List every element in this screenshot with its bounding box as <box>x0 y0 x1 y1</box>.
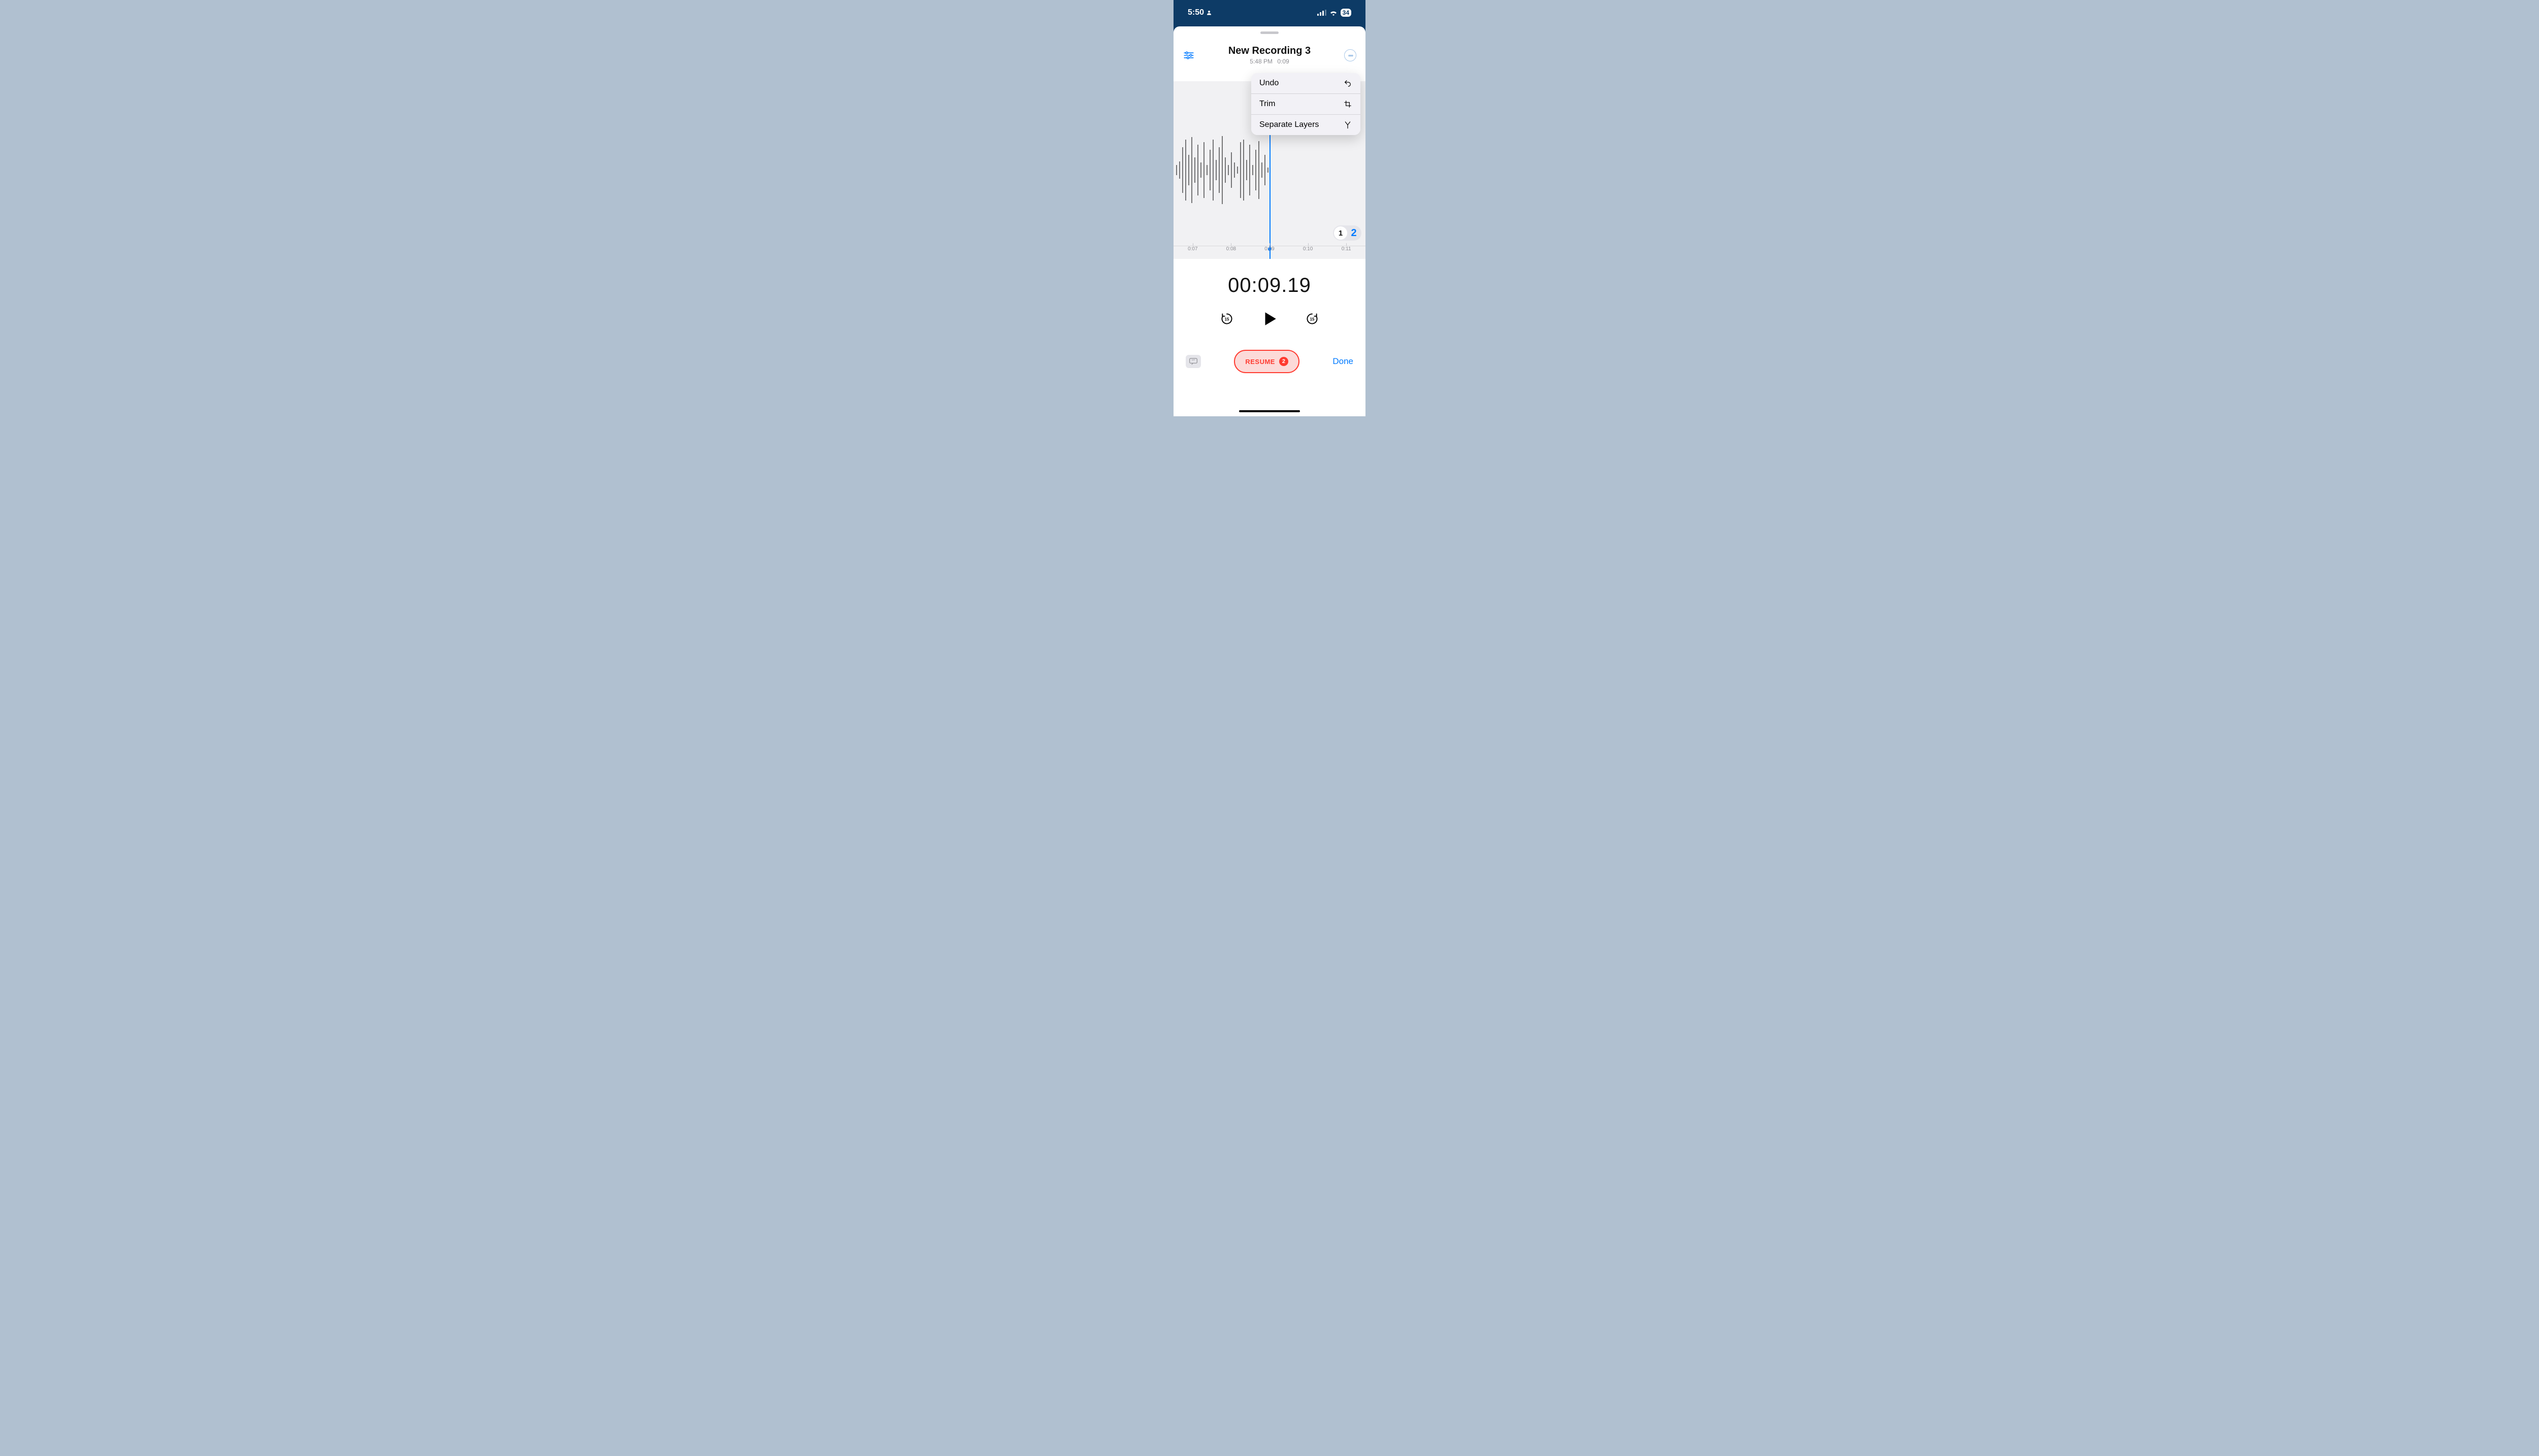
menu-item-separate-layers[interactable]: Separate Layers <box>1251 114 1360 135</box>
layer-toggle: 1 2 <box>1333 225 1361 241</box>
more-menu-popover: Undo Trim Separate Layers <box>1251 73 1360 135</box>
timeline-tick: 0:08 <box>1212 246 1251 252</box>
battery-level: 34 <box>1341 9 1351 17</box>
home-indicator[interactable] <box>1239 410 1300 412</box>
ellipsis-icon: ••• <box>1344 49 1356 61</box>
menu-item-undo[interactable]: Undo <box>1251 73 1360 93</box>
svg-text:15: 15 <box>1310 317 1315 321</box>
skip-forward-15-icon: 15 <box>1306 312 1319 325</box>
timeline-tick: 0:07 <box>1174 246 1212 252</box>
editor-header: New Recording 3 5:48 PM 0:09 ••• <box>1174 34 1365 69</box>
transcript-button[interactable]: “” <box>1186 355 1201 368</box>
svg-text:“”: “” <box>1192 360 1195 363</box>
resume-button[interactable]: RESUME 2 <box>1234 350 1299 373</box>
quote-icon: “” <box>1189 358 1197 365</box>
cellular-icon <box>1317 10 1326 16</box>
crop-icon <box>1343 100 1352 109</box>
layer-2-button[interactable]: 2 <box>1347 226 1360 240</box>
timeline-ruler: 0:07 0:08 0:09 0:10 0:11 <box>1174 246 1365 259</box>
timeline-tick: 0:09 <box>1250 246 1289 252</box>
status-right: 34 <box>1317 9 1351 17</box>
menu-label: Undo <box>1259 79 1279 88</box>
sliders-icon <box>1184 51 1194 59</box>
header-title-group: New Recording 3 5:48 PM 0:09 <box>1196 45 1343 65</box>
recording-title[interactable]: New Recording 3 <box>1196 45 1343 57</box>
wifi-icon <box>1329 10 1338 16</box>
recording-duration: 0:09 <box>1277 58 1289 65</box>
fork-icon <box>1343 120 1352 129</box>
svg-text:15: 15 <box>1225 317 1229 321</box>
phone-frame: 5:50 34 New Recording 3 5:48 PM 0:09 ••• <box>1174 0 1365 416</box>
more-button[interactable]: ••• <box>1343 48 1357 62</box>
layer-1-button[interactable]: 1 <box>1334 226 1347 240</box>
done-button[interactable]: Done <box>1332 356 1353 367</box>
timeline-tick: 0:11 <box>1327 246 1365 252</box>
play-icon <box>1261 310 1278 327</box>
status-time: 5:50 <box>1188 8 1204 17</box>
status-time-group: 5:50 <box>1188 8 1212 17</box>
playback-controls: 15 15 <box>1174 310 1365 327</box>
menu-label: Trim <box>1259 100 1275 109</box>
play-button[interactable] <box>1261 310 1278 327</box>
recording-subtitle: 5:48 PM 0:09 <box>1196 58 1343 65</box>
skip-forward-button[interactable]: 15 <box>1306 312 1319 325</box>
menu-label: Separate Layers <box>1259 120 1319 129</box>
current-time-display: 00:09.19 <box>1174 274 1365 297</box>
editor-sheet: New Recording 3 5:48 PM 0:09 ••• Undo Tr… <box>1174 26 1365 416</box>
resume-label: RESUME <box>1245 358 1275 366</box>
bottom-action-row: “” RESUME 2 Done <box>1174 350 1365 373</box>
person-icon <box>1206 10 1212 16</box>
undo-icon <box>1343 79 1352 88</box>
skip-back-15-icon: 15 <box>1220 312 1233 325</box>
skip-back-button[interactable]: 15 <box>1220 312 1233 325</box>
recording-timestamp: 5:48 PM <box>1250 58 1273 65</box>
status-bar: 5:50 34 <box>1174 0 1365 25</box>
settings-button[interactable] <box>1182 48 1196 62</box>
timeline-tick: 0:10 <box>1289 246 1327 252</box>
menu-item-trim[interactable]: Trim <box>1251 93 1360 114</box>
resume-badge: 2 <box>1279 357 1288 366</box>
